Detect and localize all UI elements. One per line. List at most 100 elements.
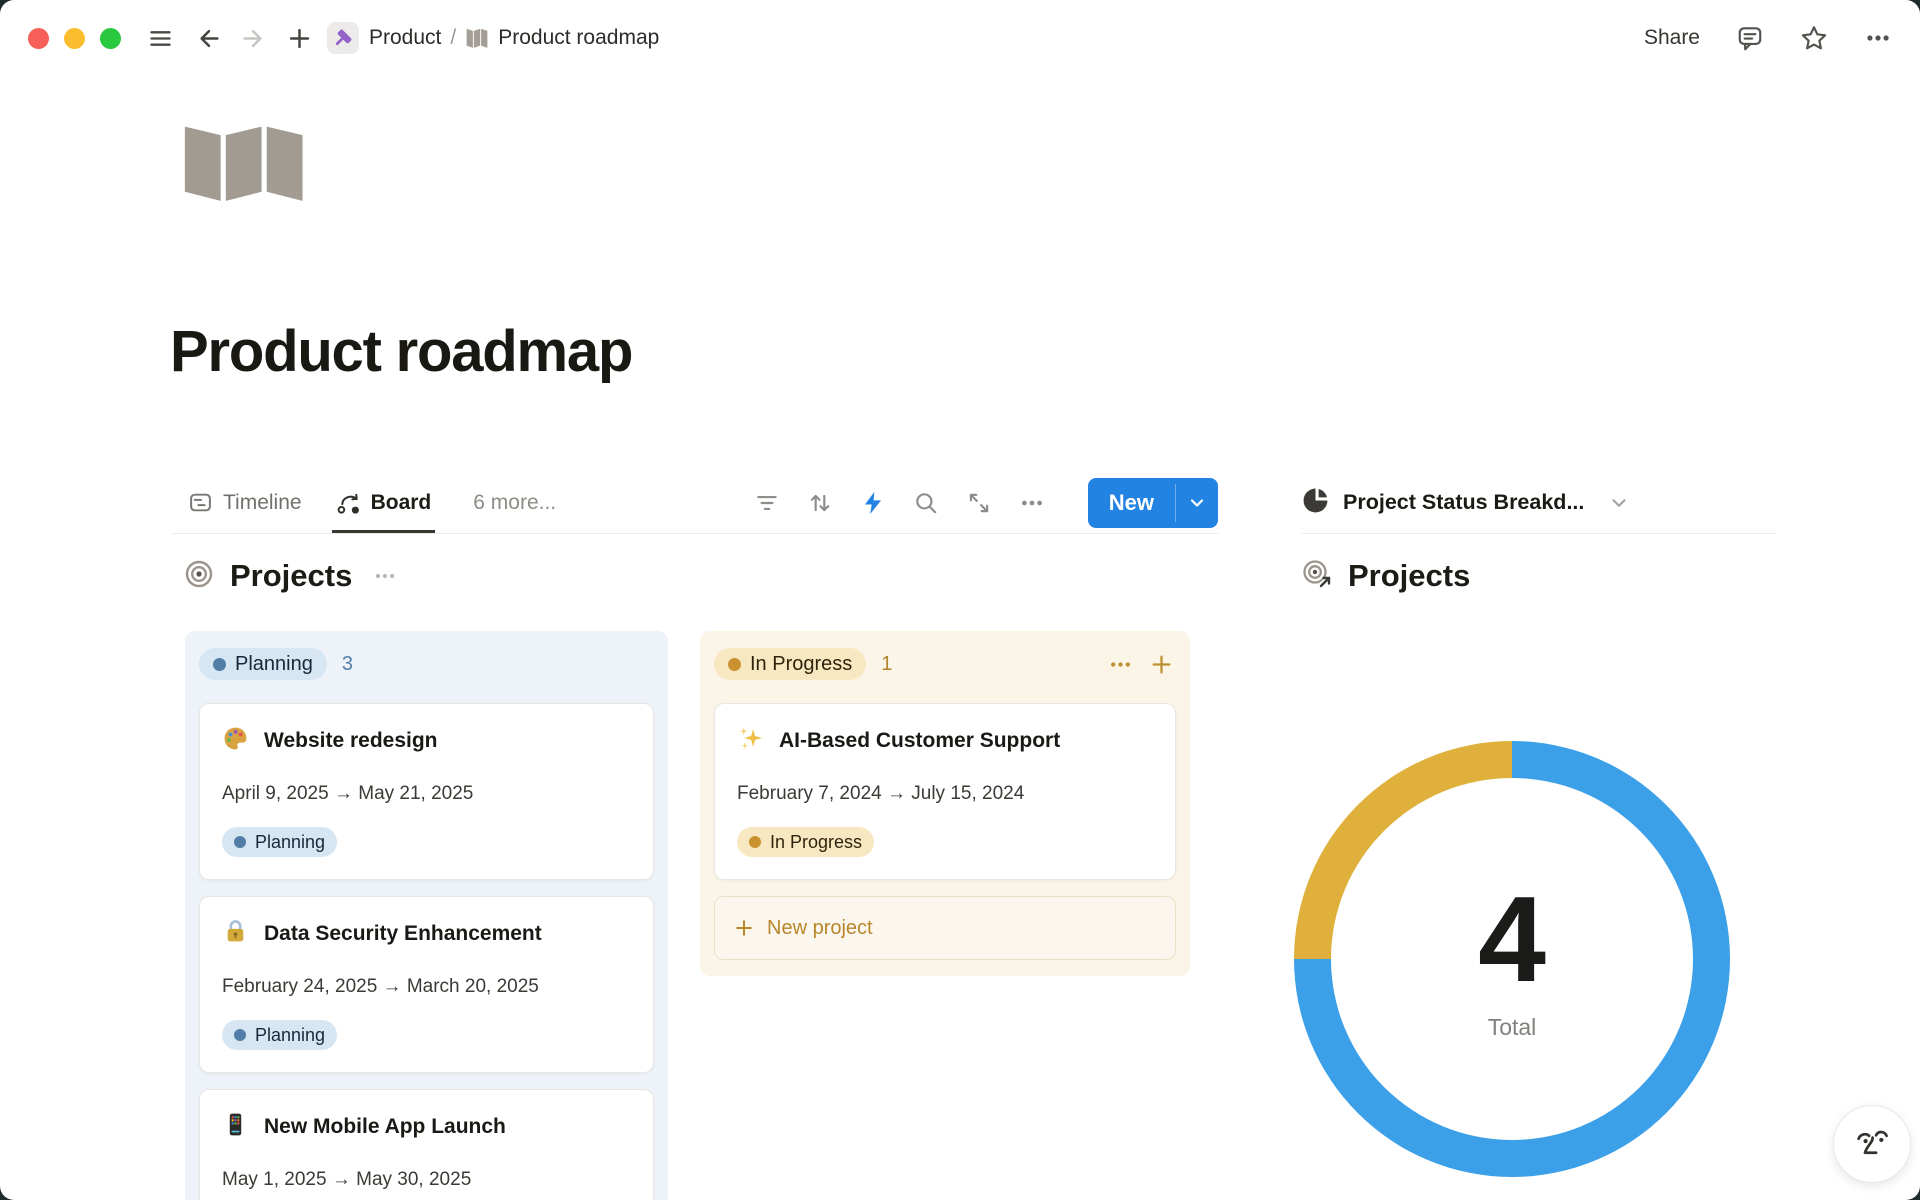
- minimize-window-button[interactable]: [64, 28, 85, 49]
- chart-board-title[interactable]: Projects: [1348, 558, 1470, 594]
- column-planning-header: Planning 3: [185, 631, 668, 680]
- column-more-icon[interactable]: [1108, 652, 1133, 677]
- card-mobile-app[interactable]: New Mobile App Launch May 1, 2025 → May …: [199, 1089, 654, 1200]
- favorite-star-icon[interactable]: [1800, 24, 1828, 52]
- status-pill-planning[interactable]: Planning: [199, 648, 327, 680]
- new-project-label: New project: [767, 917, 873, 940]
- chart-heading: Projects: [1302, 556, 1776, 596]
- target-icon: [185, 560, 213, 593]
- sidebar-menu-icon[interactable]: [147, 25, 174, 52]
- status-dot: [749, 836, 761, 848]
- breadcrumb-separator: /: [450, 26, 456, 50]
- column-in-progress: In Progress 1: [700, 631, 1190, 976]
- tab-timeline[interactable]: Timeline: [184, 472, 306, 533]
- card-ai-support[interactable]: AI-Based Customer Support February 7, 20…: [714, 703, 1176, 880]
- page-map-icon[interactable]: [183, 116, 305, 215]
- card-data-security[interactable]: Data Security Enhancement February 24, 2…: [199, 896, 654, 1073]
- column-count: 3: [342, 653, 353, 676]
- new-page-icon[interactable]: [286, 25, 313, 52]
- status-dot: [234, 1029, 246, 1041]
- more-options-icon[interactable]: [1864, 24, 1892, 52]
- share-button[interactable]: Share: [1644, 26, 1700, 50]
- card-dates: February 24, 2025 → March 20, 2025: [222, 976, 631, 998]
- titlebar: Product / Product roadmap Share: [0, 0, 1920, 76]
- status-pill-in-progress[interactable]: In Progress: [714, 648, 866, 680]
- new-button[interactable]: New: [1088, 478, 1175, 528]
- palette-icon: [222, 725, 249, 757]
- card-title: AI-Based Customer Support: [779, 729, 1060, 753]
- card-dates: February 7, 2024 → July 15, 2024: [737, 783, 1153, 805]
- view-more-icon[interactable]: [1019, 490, 1045, 516]
- expand-icon[interactable]: [966, 490, 992, 516]
- view-toolbar: New: [754, 478, 1218, 528]
- card-title: Website redesign: [264, 729, 438, 753]
- card-title: New Mobile App Launch: [264, 1115, 506, 1139]
- column-add-icon[interactable]: [1149, 652, 1174, 677]
- card-title: Data Security Enhancement: [264, 922, 542, 946]
- forward-icon[interactable]: [239, 25, 266, 52]
- page-title[interactable]: Product roadmap: [170, 318, 632, 385]
- tab-timeline-label: Timeline: [223, 491, 302, 515]
- tab-board[interactable]: Board: [332, 472, 436, 533]
- automation-bolt-icon[interactable]: [860, 490, 886, 516]
- status-dot: [234, 836, 246, 848]
- chart-selector-title: Project Status Breakd...: [1343, 490, 1584, 515]
- titlebar-actions: Share: [1644, 24, 1892, 52]
- donut-hole: 4 Total: [1331, 778, 1693, 1140]
- status-label: Planning: [255, 1025, 325, 1046]
- column-planning: Planning 3 Website redesign April 9, 202…: [185, 631, 668, 1200]
- status-dot: [213, 658, 226, 671]
- tab-more-views[interactable]: 6 more...: [469, 472, 560, 533]
- new-dropdown-chevron-icon[interactable]: [1176, 478, 1218, 528]
- column-in-progress-header: In Progress 1: [700, 631, 1190, 680]
- view-tabs-row: Timeline Board 6 more...: [172, 472, 1218, 534]
- sparkles-icon: [737, 725, 764, 757]
- breadcrumb-page[interactable]: Product roadmap: [498, 26, 659, 50]
- chart-panel: Project Status Breakd... Projects 4 Tota…: [1302, 472, 1776, 1177]
- board-title[interactable]: Projects: [230, 558, 352, 594]
- card-dates: May 1, 2025 → May 30, 2025: [222, 1169, 631, 1191]
- card-status-pill: In Progress: [737, 827, 874, 857]
- column-planning-cards: Website redesign April 9, 2025 → May 21,…: [185, 703, 668, 1200]
- card-status-pill: Planning: [222, 827, 337, 857]
- lock-icon: [222, 918, 249, 950]
- chevron-down-icon: [1608, 492, 1630, 514]
- app-window: Product / Product roadmap Share Product …: [0, 0, 1920, 1200]
- sort-icon[interactable]: [807, 490, 833, 516]
- window-controls: [28, 28, 121, 49]
- board-more-icon[interactable]: [373, 564, 397, 588]
- team-hammer-icon[interactable]: [327, 22, 359, 54]
- new-project-button[interactable]: New project: [714, 896, 1176, 960]
- new-button-group: New: [1088, 478, 1218, 528]
- breadcrumb: Product / Product roadmap: [327, 22, 659, 54]
- database-panel: Timeline Board 6 more...: [172, 472, 1218, 1200]
- pie-chart-icon: [1302, 487, 1329, 519]
- card-dates: April 9, 2025 → May 21, 2025: [222, 783, 631, 805]
- breadcrumb-team[interactable]: Product: [369, 26, 441, 50]
- ai-face-icon: [1851, 1123, 1893, 1165]
- ai-assistant-button[interactable]: [1833, 1105, 1911, 1183]
- board-heading: Projects: [172, 556, 1218, 596]
- kanban-columns: Planning 3 Website redesign April 9, 202…: [172, 631, 1218, 1200]
- close-window-button[interactable]: [28, 28, 49, 49]
- tab-board-label: Board: [371, 491, 432, 515]
- status-label: In Progress: [770, 832, 862, 853]
- filter-icon[interactable]: [754, 490, 780, 516]
- linked-target-icon: [1302, 559, 1332, 594]
- chart-selector[interactable]: Project Status Breakd...: [1302, 472, 1776, 534]
- search-icon[interactable]: [913, 490, 939, 516]
- page-map-mini-icon: [465, 26, 489, 50]
- column-in-progress-cards: AI-Based Customer Support February 7, 20…: [700, 703, 1190, 880]
- back-icon[interactable]: [196, 25, 223, 52]
- status-label: In Progress: [750, 653, 852, 676]
- mobile-icon: [222, 1111, 249, 1143]
- column-count: 1: [881, 653, 892, 676]
- zoom-window-button[interactable]: [100, 28, 121, 49]
- donut-total-value: 4: [1478, 878, 1546, 1000]
- donut-chart[interactable]: 4 Total: [1294, 741, 1730, 1177]
- donut-total-label: Total: [1488, 1014, 1537, 1041]
- status-dot: [728, 658, 741, 671]
- comments-icon[interactable]: [1736, 24, 1764, 52]
- status-label: Planning: [255, 832, 325, 853]
- card-website-redesign[interactable]: Website redesign April 9, 2025 → May 21,…: [199, 703, 654, 880]
